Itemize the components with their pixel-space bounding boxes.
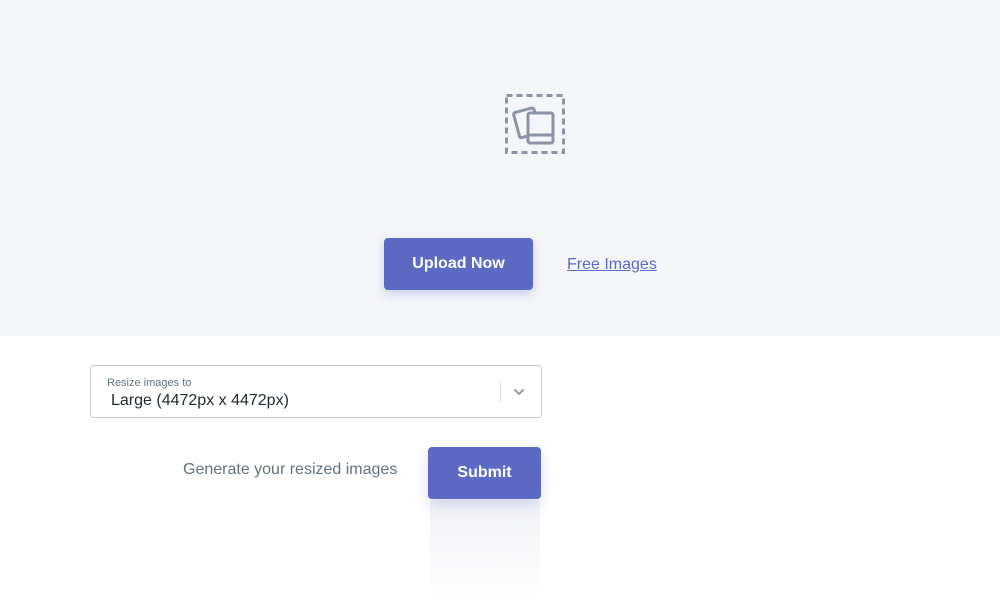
- free-images-link[interactable]: Free Images: [567, 256, 657, 274]
- resize-select-value: Large (4472px x 4472px): [111, 392, 289, 409]
- resize-select-label: Resize images to: [107, 377, 192, 389]
- images-icon: [505, 94, 565, 154]
- upload-now-button[interactable]: Upload Now: [384, 238, 533, 290]
- submit-button[interactable]: Submit: [428, 447, 541, 499]
- submit-button-shadow: [430, 500, 540, 600]
- chevron-down-icon[interactable]: [511, 384, 527, 400]
- upload-area[interactable]: Upload Now Free Images: [0, 0, 1000, 336]
- select-divider: [500, 381, 501, 402]
- generate-resized-images-text: Generate your resized images: [183, 461, 398, 478]
- resize-images-select[interactable]: Resize images to Large (4472px x 4472px): [90, 365, 542, 418]
